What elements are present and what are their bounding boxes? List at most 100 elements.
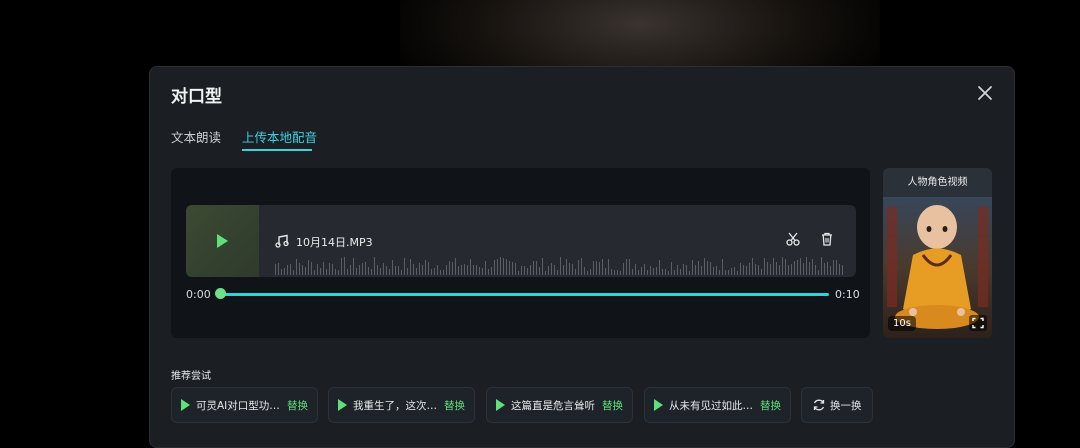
waveform-bar bbox=[821, 257, 822, 275]
progress-fill bbox=[219, 293, 829, 296]
waveform-bar bbox=[485, 261, 486, 275]
waveform-bar bbox=[743, 265, 744, 275]
waveform-bar bbox=[686, 265, 687, 275]
waveform-bar bbox=[392, 260, 393, 275]
waveform-bar bbox=[431, 269, 432, 275]
character-video-panel[interactable]: 人物角色视频 10s bbox=[883, 168, 992, 338]
waveform-bar bbox=[374, 257, 375, 275]
waveform-bar bbox=[554, 265, 555, 275]
waveform-bar bbox=[629, 259, 630, 275]
recommend-item-text: 可灵AI对口型功… bbox=[196, 400, 280, 412]
waveform-bar bbox=[755, 264, 756, 275]
waveform-bar bbox=[524, 266, 525, 275]
waveform-bar bbox=[578, 260, 579, 275]
waveform-bar bbox=[362, 263, 363, 275]
recommend-item[interactable]: 这篇直是危言耸听 替换 bbox=[486, 387, 633, 423]
tab-text-reading[interactable]: 文本朗读 bbox=[171, 127, 221, 146]
play-icon bbox=[496, 399, 505, 411]
recommend-item[interactable]: 可灵AI对口型功… 替换 bbox=[171, 387, 318, 423]
tab-upload-local-audio[interactable]: 上传本地配音 bbox=[242, 127, 317, 146]
dialog-title: 对口型 bbox=[171, 87, 222, 107]
waveform-bar bbox=[296, 259, 297, 275]
waveform-bar bbox=[611, 269, 612, 275]
waveform-bar bbox=[617, 270, 618, 275]
waveform-bar bbox=[488, 269, 489, 275]
waveform-bar bbox=[446, 265, 447, 275]
waveform-bar bbox=[320, 268, 321, 275]
play-icon bbox=[338, 399, 347, 411]
waveform-bar bbox=[305, 267, 306, 275]
waveform-bar bbox=[323, 262, 324, 275]
waveform-bar bbox=[290, 264, 291, 275]
waveform-bar bbox=[542, 258, 543, 275]
waveform-bar bbox=[734, 267, 735, 275]
waveform-bar bbox=[389, 269, 390, 275]
waveform-bar bbox=[677, 265, 678, 275]
waveform-bar bbox=[491, 267, 492, 275]
waveform-bar bbox=[386, 266, 387, 275]
waveform-bar bbox=[815, 265, 816, 275]
waveform-bar bbox=[803, 263, 804, 275]
scissors-icon[interactable] bbox=[785, 231, 801, 247]
waveform-bar bbox=[419, 263, 420, 275]
waveform-bar bbox=[308, 260, 309, 275]
waveform-bar bbox=[746, 266, 747, 275]
progress-bar[interactable] bbox=[219, 293, 829, 296]
waveform-bar bbox=[326, 269, 327, 275]
waveform-bar bbox=[353, 258, 354, 275]
recommend-item-text: 我重生了，这次… bbox=[353, 400, 437, 412]
replace-button[interactable]: 替换 bbox=[444, 398, 465, 413]
waveform-bar bbox=[800, 258, 801, 275]
waveform-bar bbox=[731, 268, 732, 275]
waveform-bar bbox=[377, 265, 378, 275]
active-tab-indicator bbox=[242, 149, 312, 151]
trash-icon[interactable] bbox=[819, 231, 835, 247]
waveform-bar bbox=[371, 269, 372, 275]
waveform-bar bbox=[293, 270, 294, 275]
waveform-bar bbox=[476, 265, 477, 275]
replace-button[interactable]: 替换 bbox=[287, 398, 308, 413]
waveform-bar bbox=[842, 265, 843, 275]
waveform-bar bbox=[785, 259, 786, 275]
time-end: 0:10 bbox=[835, 288, 860, 301]
waveform-bar bbox=[407, 268, 408, 275]
waveform-bar bbox=[356, 268, 357, 275]
play-icon bbox=[181, 399, 190, 411]
waveform-bar bbox=[566, 259, 567, 275]
waveform-bar bbox=[515, 263, 516, 275]
waveform-bar bbox=[347, 269, 348, 275]
waveform-bar bbox=[473, 265, 474, 275]
waveform-bar bbox=[635, 264, 636, 275]
recommend-item[interactable]: 我重生了，这次… 替换 bbox=[328, 387, 475, 423]
fullscreen-icon[interactable] bbox=[969, 315, 987, 331]
progress-knob[interactable] bbox=[215, 288, 226, 299]
play-button[interactable] bbox=[186, 205, 259, 277]
replace-button[interactable]: 替换 bbox=[602, 398, 623, 413]
close-icon[interactable] bbox=[976, 84, 994, 102]
refresh-suggestions-button[interactable]: 换一换 bbox=[801, 387, 873, 423]
waveform-bar bbox=[647, 270, 648, 275]
waveform-bar bbox=[548, 266, 549, 275]
replace-button[interactable]: 替换 bbox=[760, 398, 781, 413]
waveform-bar bbox=[572, 264, 573, 275]
waveform-bar bbox=[839, 264, 840, 275]
character-video-thumbnail[interactable]: 10s bbox=[883, 197, 992, 338]
waveform-bar bbox=[623, 263, 624, 275]
waveform-bar bbox=[311, 262, 312, 275]
waveform-bar bbox=[332, 264, 333, 275]
audio-player: 10月14日.MP3 0:00 0:10 bbox=[171, 168, 870, 338]
waveform-bar bbox=[737, 271, 738, 275]
recommend-item[interactable]: 从未有见过如此… 替换 bbox=[644, 387, 791, 423]
waveform-bar bbox=[416, 268, 417, 275]
waveform-bar bbox=[770, 264, 771, 275]
waveform-bar bbox=[698, 261, 699, 275]
waveform-bar bbox=[644, 264, 645, 275]
waveform-bar bbox=[749, 263, 750, 275]
waveform-bar bbox=[701, 266, 702, 275]
waveform-bar bbox=[443, 270, 444, 275]
waveform-bar bbox=[398, 266, 399, 275]
waveform-bar bbox=[575, 269, 576, 275]
waveform-bar bbox=[413, 264, 414, 275]
waveform-bar bbox=[773, 258, 774, 275]
waveform-bar bbox=[278, 263, 279, 275]
